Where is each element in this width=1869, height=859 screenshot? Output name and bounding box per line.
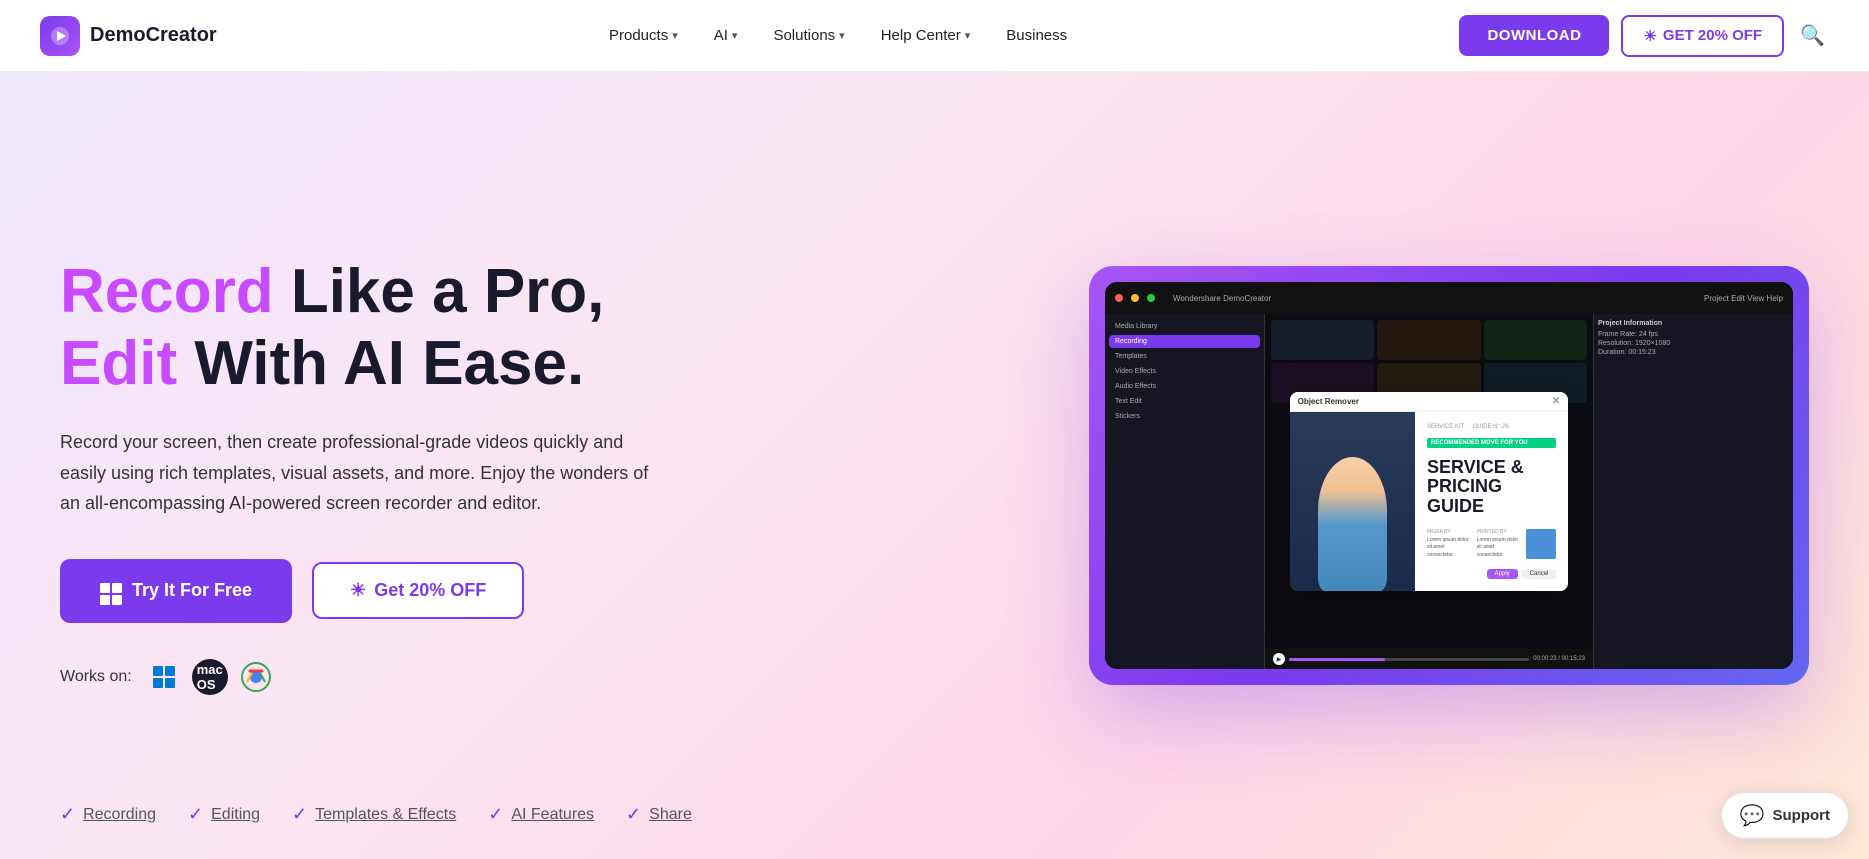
logo[interactable]: DemoCreator — [40, 16, 217, 56]
modal-overlay: Object Remover ✕ — [1265, 314, 1593, 669]
prop-2: Resolution: 1920×1080 — [1598, 340, 1789, 347]
search-icon: 🔍 — [1800, 25, 1825, 47]
check-icon: ✓ — [626, 804, 641, 825]
guide-col-2: PRINTED BY Lorem ipsum dolor sit amet co… — [1477, 529, 1521, 560]
nav-links: Products ▾ AI ▾ Solutions ▾ Help Center … — [595, 19, 1081, 52]
right-panel-title: Project Information — [1598, 320, 1789, 327]
media-label: MEDIA BY — [1427, 529, 1471, 535]
chevron-down-icon: ▾ — [965, 29, 971, 42]
modal-body: SERVICE KIT GUIDE N°-26 RECOMMENDED MOVE… — [1290, 412, 1569, 592]
chevron-down-icon: ▾ — [732, 29, 738, 42]
windows-os-icon — [146, 659, 182, 695]
hero-section: Record Like a Pro, Edit With AI Ease. Re… — [0, 72, 1869, 859]
tab-share[interactable]: ✓ Share — [626, 804, 692, 829]
app-title: Wondershare DemoCreator — [1173, 294, 1271, 303]
nav-solutions[interactable]: Solutions ▾ — [759, 19, 858, 52]
check-icon: ✓ — [292, 804, 307, 825]
screenshot-wrap: Wondershare DemoCreator Project Edit Vie… — [1089, 266, 1809, 685]
discount-cta-button[interactable]: ☀ Get 20% OFF — [312, 562, 524, 619]
guide-col-1: MEDIA BY Lorem ipsum dolor sit amet cons… — [1427, 529, 1471, 560]
close-dot — [1115, 294, 1123, 302]
app-right-panel: Project Information Frame Rate: 24 fps R… — [1593, 314, 1793, 669]
support-bubble[interactable]: 💬 Support — [1721, 792, 1849, 839]
person-silhouette — [1318, 457, 1387, 592]
guide-footer: MEDIA BY Lorem ipsum dolor sit amet cons… — [1427, 529, 1556, 560]
macos-os-icon: macOS — [192, 659, 228, 695]
check-icon: ✓ — [60, 804, 75, 825]
maximize-dot — [1147, 294, 1155, 302]
hero-heading: Record Like a Pro, Edit With AI Ease. — [60, 256, 660, 399]
screenshot-inner: Wondershare DemoCreator Project Edit Vie… — [1105, 282, 1793, 669]
modal-content-panel: SERVICE KIT GUIDE N°-26 RECOMMENDED MOVE… — [1415, 412, 1568, 592]
nav-business[interactable]: Business — [992, 19, 1081, 52]
modal-action-buttons: Apply Cancel — [1427, 569, 1556, 579]
accent-bar — [1526, 529, 1556, 560]
works-on: Works on: macOS — [60, 659, 660, 695]
app-mockup: Wondershare DemoCreator Project Edit Vie… — [1105, 282, 1793, 669]
discount-button[interactable]: ☀ GET 20% OFF — [1621, 15, 1784, 57]
nav-ai[interactable]: AI ▾ — [700, 19, 752, 52]
windows-icon — [100, 577, 122, 605]
promo-badge: RECOMMENDED MOVE FOR YOU — [1427, 438, 1556, 448]
sidebar-item-text[interactable]: Text Edit — [1109, 395, 1260, 408]
service-guide-title: SERVICE &PRICING GUIDE — [1427, 458, 1556, 517]
prop-1: Frame Rate: 24 fps — [1598, 331, 1789, 338]
hero-screenshot: Wondershare DemoCreator Project Edit Vie… — [660, 266, 1809, 685]
tab-ai-features[interactable]: ✓ AI Features — [488, 804, 594, 829]
os-icons: macOS — [146, 659, 274, 695]
video-preview — [1290, 412, 1415, 592]
printed-label: PRINTED BY — [1477, 529, 1521, 535]
navbar: DemoCreator Products ▾ AI ▾ Solutions ▾ … — [0, 0, 1869, 72]
sun-icon: ☀ — [1643, 27, 1656, 45]
sidebar-item-audio-effects[interactable]: Audio Effects — [1109, 380, 1260, 393]
app-main-area: Object Remover ✕ — [1265, 314, 1593, 669]
hero-description: Record your screen, then create professi… — [60, 427, 660, 519]
modal-header: Object Remover ✕ — [1290, 392, 1569, 412]
minimize-dot — [1131, 294, 1139, 302]
app-sidebar: Media Library Recording Templates Video … — [1105, 314, 1265, 669]
modal-dialog: Object Remover ✕ — [1290, 392, 1569, 592]
modal-video-panel — [1290, 412, 1415, 592]
modal-cancel-button[interactable]: Cancel — [1522, 569, 1557, 579]
sidebar-item-recording[interactable]: Recording — [1109, 335, 1260, 348]
sidebar-item-stickers[interactable]: Stickers — [1109, 410, 1260, 423]
prop-3: Duration: 00:15:23 — [1598, 349, 1789, 356]
chevron-down-icon: ▾ — [672, 29, 678, 42]
logo-icon — [40, 16, 80, 56]
logo-text: DemoCreator — [90, 24, 217, 47]
nav-help-center[interactable]: Help Center ▾ — [867, 19, 985, 52]
support-icon: 💬 — [1740, 803, 1765, 828]
modal-apply-button[interactable]: Apply — [1487, 569, 1518, 579]
tab-recording[interactable]: ✓ Recording — [60, 804, 156, 829]
modal-close-button[interactable]: ✕ — [1552, 396, 1560, 407]
guide-label: SERVICE KIT GUIDE N°-26 — [1427, 424, 1556, 430]
tab-editing[interactable]: ✓ Editing — [188, 804, 260, 829]
modal-title-text: Object Remover — [1298, 397, 1359, 406]
download-button[interactable]: DOWNLOAD — [1459, 15, 1609, 56]
hero-buttons: Try It For Free ☀ Get 20% OFF — [60, 559, 660, 623]
chevron-down-icon: ▾ — [839, 29, 845, 42]
chrome-os-icon — [238, 659, 274, 695]
hero-content: Record Like a Pro, Edit With AI Ease. Re… — [60, 256, 660, 694]
app-menu: Project Edit View Help — [1704, 294, 1783, 303]
hero-tabs: ✓ Recording ✓ Editing ✓ Templates & Effe… — [60, 804, 692, 829]
nav-products[interactable]: Products ▾ — [595, 19, 692, 52]
check-icon: ✓ — [488, 804, 503, 825]
printed-text: Lorem ipsum dolor sit amet consectetur — [1477, 537, 1521, 560]
check-icon: ✓ — [188, 804, 203, 825]
sidebar-item-video-effects[interactable]: Video Effects — [1109, 365, 1260, 378]
sun-icon: ☀ — [350, 580, 366, 601]
sidebar-item-templates[interactable]: Templates — [1109, 350, 1260, 363]
app-topbar: Wondershare DemoCreator Project Edit Vie… — [1105, 282, 1793, 314]
tab-templates-effects[interactable]: ✓ Templates & Effects — [292, 804, 456, 829]
media-text: Lorem ipsum dolor sit amet consectetur — [1427, 537, 1471, 560]
search-button[interactable]: 🔍 — [1796, 19, 1829, 52]
nav-actions: DOWNLOAD ☀ GET 20% OFF 🔍 — [1459, 15, 1829, 57]
try-free-button[interactable]: Try It For Free — [60, 559, 292, 623]
sidebar-item-media[interactable]: Media Library — [1109, 320, 1260, 333]
